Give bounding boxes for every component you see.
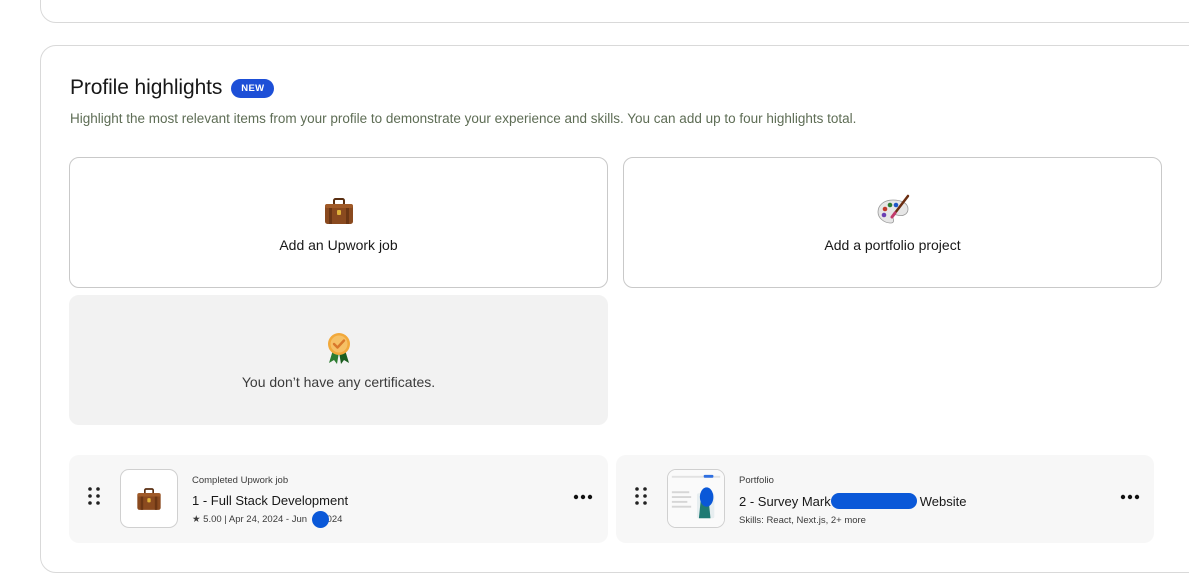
new-badge: NEW [231,78,275,98]
drag-handle-icon[interactable] [87,486,101,506]
highlight-text: Portfolio 2 - Survey Mark Website Skills:… [739,475,966,526]
briefcase-icon [324,197,353,224]
no-certificates-label: You don’t have any certificates. [241,374,436,390]
highlight-meta-text: ★ 5.00 | Apr 24, 2024 - Jun [192,514,308,525]
redaction-mark [312,511,329,528]
highlight-meta: ★ 5.00 | Apr 24, 2024 - Jun, 2024 [192,511,348,528]
highlight-item[interactable]: Completed Upwork job 1 - Full Stack Deve… [69,455,608,543]
more-options-icon[interactable] [1119,487,1141,507]
add-portfolio-project-label: Add a portfolio project [824,236,961,253]
highlight-kind: Portfolio [739,475,774,486]
highlight-title[interactable]: 2 - Survey Mark Website [739,493,966,509]
certificates-tile: You don’t have any certificates. [69,295,608,425]
palette-icon [877,194,909,223]
portfolio-thumbnail-image [668,470,724,527]
add-upwork-job-label: Add an Upwork job [279,236,398,253]
highlight-thumbnail [120,469,178,528]
add-upwork-job-tile[interactable]: Add an Upwork job [69,157,608,288]
section-title: Profile highlights [70,76,223,99]
drag-handle-icon[interactable] [634,486,648,506]
highlight-item[interactable]: Portfolio 2 - Survey Mark Website Skills:… [616,455,1154,543]
briefcase-icon [137,487,161,510]
highlight-text: Completed Upwork job 1 - Full Stack Deve… [192,475,348,528]
more-options-icon[interactable] [572,487,594,507]
medal-icon [327,333,350,364]
previous-section-card [40,0,1189,23]
redaction-mark [830,493,917,509]
highlight-title-tail: Website [919,494,967,509]
section-description: Highlight the most relevant items from y… [70,111,857,126]
section-header: Profile highlights NEW [70,76,275,100]
highlight-title[interactable]: 1 - Full Stack Development [192,493,348,508]
highlight-meta: Skills: React, Next.js, 2+ more [739,515,866,526]
highlight-title-text: 2 - Survey Mark [739,494,831,509]
profile-highlights-card: Profile highlights NEW Highlight the mos… [40,45,1189,573]
highlight-thumbnail [667,469,725,528]
add-portfolio-project-tile[interactable]: Add a portfolio project [623,157,1162,288]
highlight-kind: Completed Upwork job [192,475,289,486]
